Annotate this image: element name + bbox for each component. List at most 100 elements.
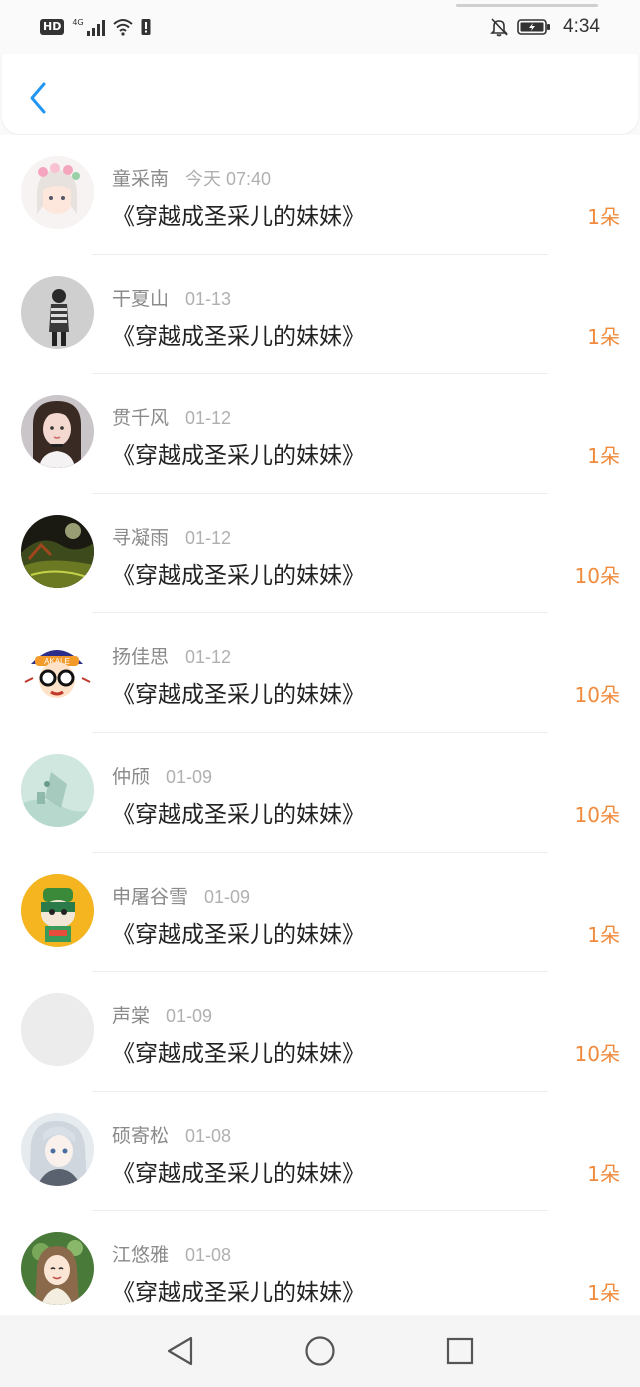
- back-button[interactable]: [18, 76, 58, 120]
- user-name-text: 寻凝雨: [112, 526, 170, 549]
- post-date: 01-12: [185, 527, 232, 548]
- book-title: 《穿越成圣采儿的妹妹》: [112, 921, 365, 948]
- list-item[interactable]: 童采南 今天 07:40 《穿越成圣采儿的妹妹》 1朵: [0, 135, 640, 255]
- list-item[interactable]: 干夏山 01-13 《穿越成圣采儿的妹妹》 1朵: [0, 255, 640, 375]
- post-date: 01-08: [185, 1125, 232, 1146]
- list-item[interactable]: 贯千风 01-12 《穿越成圣采儿的妹妹》 1朵: [0, 374, 640, 494]
- list-item[interactable]: 仲颀 01-09 《穿越成圣采儿的妹妹》 10朵: [0, 733, 640, 853]
- user-name[interactable]: 贯千风 01-12: [112, 403, 231, 430]
- user-name[interactable]: 声棠 01-09: [112, 1001, 212, 1028]
- book-title: 《穿越成圣采儿的妹妹》: [112, 1041, 365, 1068]
- flower-count: 1朵: [587, 1281, 620, 1306]
- book-title: 《穿越成圣采儿的妹妹》: [112, 1280, 365, 1307]
- list-item[interactable]: 江悠雅 01-08 《穿越成圣采儿的妹妹》 1朵: [0, 1211, 640, 1315]
- list-item[interactable]: 寻凝雨 01-12 《穿越成圣采儿的妹妹》 10朵: [0, 494, 640, 614]
- avatar-image: [21, 275, 94, 349]
- book-title: 《穿越成圣采儿的妹妹》: [112, 562, 365, 589]
- post-date: 01-09: [166, 1006, 213, 1027]
- avatar-image: AKALE: [21, 634, 94, 708]
- flower-count: 1朵: [587, 205, 620, 229]
- user-name-text: 扬佳思: [112, 646, 170, 669]
- user-name[interactable]: 硕寄松 01-08: [112, 1121, 231, 1148]
- book-title: 《穿越成圣采儿的妹妹》: [112, 682, 365, 709]
- book-title: 《穿越成圣采儿的妹妹》: [112, 1160, 365, 1187]
- flower-count: 10朵: [574, 563, 620, 588]
- nav-recents-button[interactable]: [440, 1331, 480, 1371]
- alert-icon: [141, 19, 151, 35]
- flower-count: 10朵: [574, 1042, 620, 1067]
- avatar[interactable]: [21, 753, 94, 827]
- avatar[interactable]: [21, 275, 94, 349]
- user-name[interactable]: 寻凝雨 01-12: [112, 523, 231, 550]
- flower-count: 10朵: [574, 683, 620, 708]
- flower-count: 10朵: [574, 802, 620, 827]
- status-right: 4:34: [489, 16, 600, 38]
- recents-square-icon: [446, 1337, 474, 1365]
- bell-off-icon: [490, 18, 508, 37]
- flower-count: 1朵: [587, 324, 620, 349]
- avatar[interactable]: [21, 873, 94, 947]
- header-bar: [2, 54, 638, 134]
- status-left: HD 4G: [40, 18, 151, 36]
- post-date: 今天 07:40: [185, 169, 272, 189]
- home-circle-icon: [305, 1336, 335, 1366]
- flower-count: 1朵: [587, 444, 620, 469]
- list-item[interactable]: 硕寄松 01-08 《穿越成圣采儿的妹妹》 1朵: [0, 1092, 640, 1212]
- flower-count: 1朵: [587, 1161, 620, 1186]
- avatar-image: [21, 395, 94, 469]
- user-name[interactable]: 仲颀 01-09: [112, 762, 212, 789]
- back-triangle-icon: [167, 1336, 193, 1366]
- post-date: 01-13: [185, 288, 232, 309]
- avatar-image: [21, 156, 94, 229]
- user-name[interactable]: 江悠雅 01-08: [112, 1240, 231, 1267]
- avatar[interactable]: [21, 514, 94, 588]
- user-name-text: 申屠谷雪: [112, 885, 189, 908]
- user-name-text: 童采南: [112, 168, 170, 190]
- avatar-image: [21, 1232, 94, 1306]
- post-date: 01-09: [204, 886, 251, 907]
- book-title: 《穿越成圣采儿的妹妹》: [112, 443, 365, 470]
- avatar-image: [21, 514, 94, 588]
- avatar[interactable]: [21, 993, 94, 1067]
- book-title: 《穿越成圣采儿的妹妹》: [112, 204, 365, 230]
- user-name[interactable]: 扬佳思 01-12: [112, 642, 231, 669]
- chevron-left-icon: [30, 82, 46, 114]
- avatar[interactable]: [21, 1232, 94, 1306]
- avatar-image: [21, 753, 94, 827]
- avatar[interactable]: AKALE: [21, 634, 94, 708]
- avatar-image: [21, 993, 94, 1067]
- wifi-icon: [112, 19, 133, 36]
- avatar[interactable]: [21, 395, 94, 469]
- book-title: 《穿越成圣采儿的妹妹》: [112, 801, 365, 828]
- flower-count: 1朵: [587, 922, 620, 947]
- system-nav-bar: [0, 1315, 640, 1387]
- user-name-text: 干夏山: [112, 287, 170, 310]
- post-date: 01-12: [185, 408, 232, 429]
- avatar-image: [21, 1112, 94, 1186]
- user-name-text: 硕寄松: [112, 1124, 170, 1147]
- avatar[interactable]: [21, 156, 94, 229]
- screen: HD 4G 4:34 童采南 今天 07:40 《穿越成圣采儿的妹妹》 1朵 干…: [0, 0, 640, 1387]
- user-name[interactable]: 申屠谷雪 01-09: [112, 882, 250, 909]
- user-name-text: 声棠: [112, 1005, 151, 1028]
- hd-icon: HD: [40, 19, 65, 35]
- post-date: 01-09: [166, 766, 213, 787]
- gift-record-list[interactable]: 童采南 今天 07:40 《穿越成圣采儿的妹妹》 1朵 干夏山 01-13 《穿越成圣采儿的…: [0, 135, 640, 1315]
- list-item[interactable]: 申屠谷雪 01-09 《穿越成圣采儿的妹妹》 1朵: [0, 853, 640, 973]
- user-name[interactable]: 童采南 今天 07:40: [112, 164, 271, 191]
- list-item[interactable]: AKALE 扬佳思 01-12 《穿越成圣采儿的妹妹》 10朵: [0, 613, 640, 733]
- network-type: 4G: [72, 18, 84, 27]
- avatar[interactable]: [21, 1112, 94, 1186]
- book-title: 《穿越成圣采儿的妹妹》: [112, 323, 365, 350]
- user-name-text: 贯千风: [112, 407, 170, 430]
- clock: 4:34: [563, 16, 600, 37]
- user-name-text: 江悠雅: [112, 1244, 170, 1267]
- nav-back-button[interactable]: [160, 1331, 200, 1371]
- avatar-image: [21, 873, 94, 947]
- signal-icon: 4G: [72, 18, 105, 36]
- list-item[interactable]: 声棠 01-09 《穿越成圣采儿的妹妹》 10朵: [0, 972, 640, 1092]
- status-bar: HD 4G 4:34: [0, 0, 640, 54]
- post-date: 01-08: [185, 1245, 232, 1266]
- user-name[interactable]: 干夏山 01-13: [112, 284, 231, 311]
- nav-home-button[interactable]: [300, 1331, 340, 1371]
